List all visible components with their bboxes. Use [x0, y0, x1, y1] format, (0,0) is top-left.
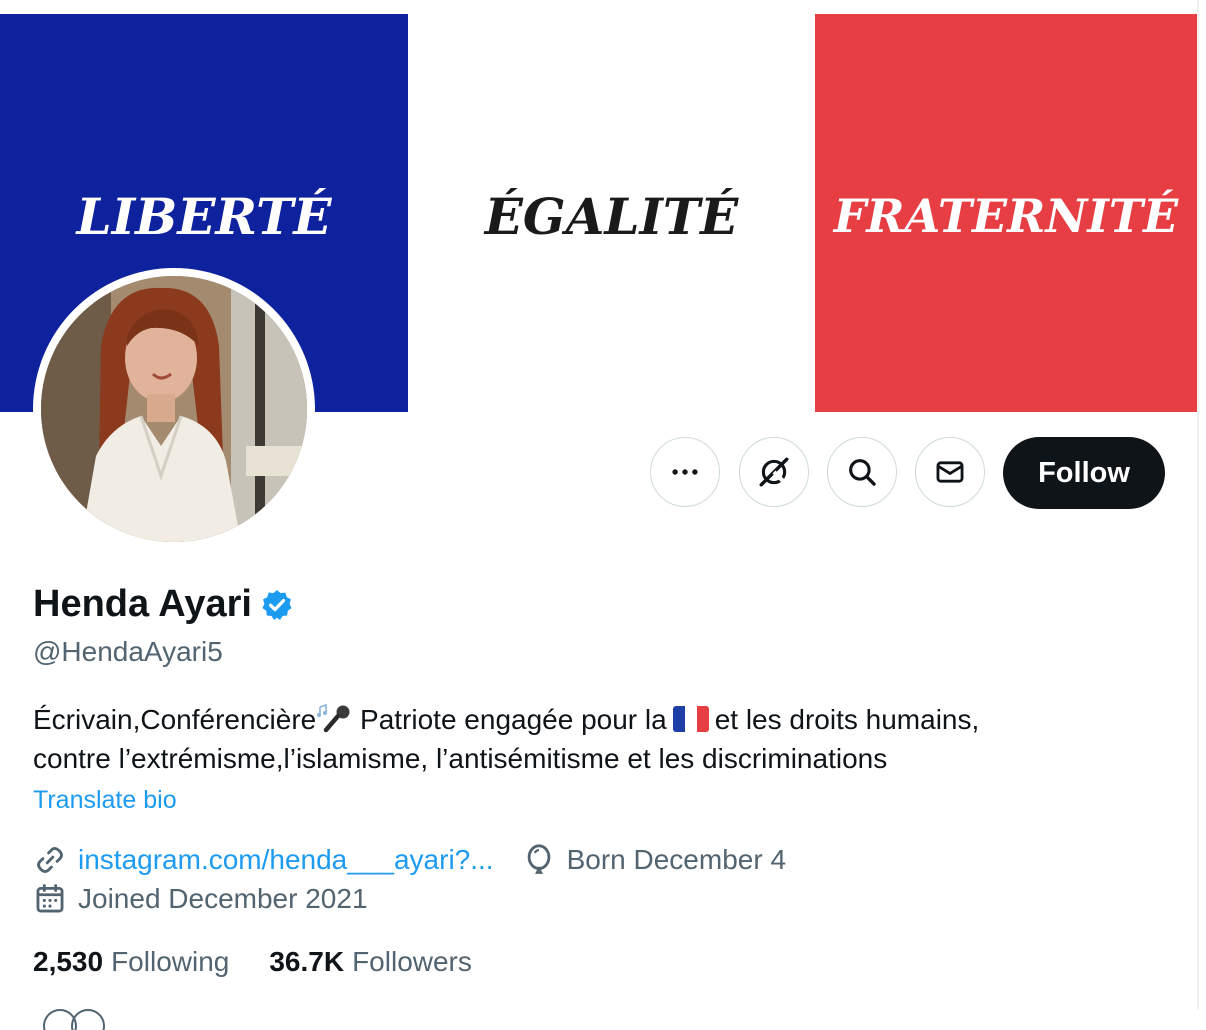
- link-icon: [37, 847, 63, 873]
- banner-word-fraternite: FRATERNITÉ: [833, 189, 1179, 243]
- message-button[interactable]: [915, 437, 985, 507]
- banner-red-band: FRATERNITÉ: [815, 14, 1197, 412]
- envelope-icon: [936, 461, 964, 483]
- avatar-portrait-image: [41, 276, 307, 542]
- followers-count: 36.7K: [269, 946, 345, 977]
- search-button[interactable]: [827, 437, 897, 507]
- avatar-photo: [41, 276, 307, 542]
- follow-stats: 2,530 Following 36.7K Followers: [33, 946, 512, 978]
- verified-badge-icon[interactable]: [260, 588, 294, 622]
- profile-website-link[interactable]: instagram.com/henda___ayari?...: [78, 844, 494, 876]
- profile-bio: Écrivain,Conférencière Patriote engagée …: [33, 700, 1163, 778]
- banner-word-liberte: LIBERTÉ: [76, 186, 332, 246]
- display-name-row: Henda Ayari: [33, 583, 294, 626]
- avatar[interactable]: [33, 268, 315, 550]
- following-link[interactable]: 2,530 Following: [33, 946, 229, 978]
- balloon-icon: [527, 844, 550, 874]
- follow-button[interactable]: Follow: [1003, 437, 1165, 509]
- search-icon: [849, 459, 876, 486]
- birthday-text: Born December 4: [566, 844, 787, 875]
- user-handle: @HendaAyari5: [33, 636, 223, 667]
- following-label: Following: [111, 946, 230, 977]
- translate-bio-link[interactable]: Translate bio: [33, 786, 177, 815]
- followers-link[interactable]: 36.7K Followers: [269, 946, 472, 978]
- bio-line-1: Écrivain,Conférencière Patriote engagée …: [33, 700, 1163, 739]
- bio-line-2: contre l’extrémisme,l’islamisme, l’antis…: [33, 743, 888, 774]
- column-border: [1197, 0, 1199, 1010]
- more-button[interactable]: [650, 437, 720, 507]
- profile-meta-row-2: Joined December 2021: [33, 882, 368, 916]
- calendar-icon: [36, 884, 64, 913]
- banner-white-band: ÉGALITÉ: [408, 14, 815, 412]
- ellipsis-icon: [672, 469, 698, 475]
- display-name: Henda Ayari: [33, 583, 252, 625]
- followers-you-know-avatars[interactable]: [40, 1000, 120, 1030]
- bio-text-1b: Patriote engagée pour la: [352, 704, 667, 735]
- microphone-emoji-icon: [317, 703, 350, 733]
- bio-text-1c: et les droits humains,: [714, 704, 980, 735]
- banner-word-egalite: ÉGALITÉ: [484, 186, 739, 246]
- bio-text-1a: Écrivain,Conférencière: [33, 704, 317, 735]
- grok-button[interactable]: [739, 437, 809, 507]
- france-flag-icon: [672, 706, 709, 732]
- grok-icon: [759, 457, 789, 487]
- following-count: 2,530: [33, 946, 104, 977]
- joined-date-text: Joined December 2021: [78, 883, 368, 914]
- profile-meta-row-1: instagram.com/henda___ayari?... Born Dec…: [33, 843, 786, 877]
- followers-label: Followers: [352, 946, 472, 977]
